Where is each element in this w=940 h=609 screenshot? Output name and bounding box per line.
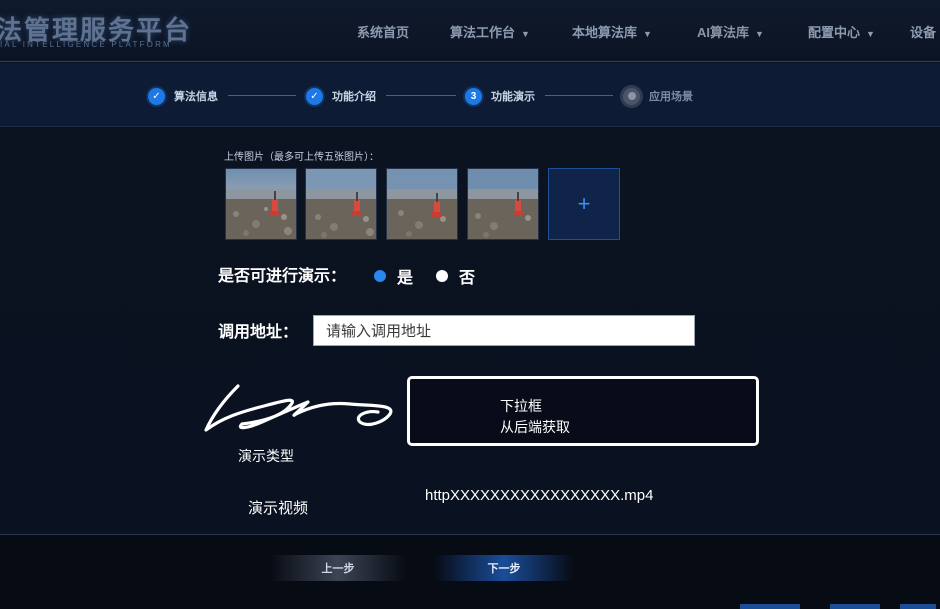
form-body: 上传图片（最多可上传五张图片）： + 是否可进行演示： 是 否 调用地址： 请输… <box>0 128 940 534</box>
check-icon: ✓ <box>148 87 165 105</box>
chevron-down-icon: ▼ <box>521 29 530 39</box>
nav-item-label: 系统首页 <box>357 25 410 40</box>
previous-step-button[interactable]: 上一步 <box>270 555 406 581</box>
radio-unselected-icon <box>436 270 448 282</box>
nav-item-local-algorithm-library[interactable]: 本地算法库 ▼ <box>572 22 652 41</box>
demo-type-dropdown[interactable]: 下拉框 从后端获取 <box>407 376 759 446</box>
uploaded-image <box>468 169 538 239</box>
footer-decoration <box>700 597 940 609</box>
nav-item-algorithm-workbench[interactable]: 算法工作台 ▼ <box>450 22 530 41</box>
call-url-label: 调用地址： <box>218 324 299 341</box>
nav-item-label: 本地算法库 <box>572 25 638 40</box>
next-step-button[interactable]: 下一步 <box>434 555 574 581</box>
radio-demo-yes[interactable]: 是 <box>374 264 413 288</box>
uploaded-image <box>387 169 457 239</box>
pending-dot-icon <box>623 87 640 105</box>
handwritten-annotation-scribble <box>204 384 393 432</box>
nav-item-label: AI算法库 <box>697 25 750 40</box>
step-application-scenario[interactable]: 应用场景 <box>623 87 693 105</box>
dropdown-note-line: 从后端获取 <box>500 420 570 436</box>
uploaded-image <box>226 169 296 239</box>
step-algorithm-info[interactable]: ✓ 算法信息 <box>148 87 218 105</box>
chevron-down-icon: ▼ <box>866 29 875 39</box>
uploaded-image-thumbnail[interactable] <box>467 168 539 240</box>
radio-label: 是 <box>397 270 414 287</box>
step-label: 功能演示 <box>491 91 535 103</box>
nav-item-ai-algorithm-library[interactable]: AI算法库 ▼ <box>683 14 778 44</box>
nav-item-label: 配置中心 <box>808 25 861 40</box>
radio-label: 否 <box>459 270 476 287</box>
step-connector <box>545 95 613 96</box>
radio-demo-no[interactable]: 否 <box>436 264 475 288</box>
nav-item-home[interactable]: 系统首页 <box>357 22 409 41</box>
nav-item-label: 算法工作台 <box>450 25 516 40</box>
radio-selected-icon <box>374 270 386 282</box>
call-url-input[interactable] <box>313 315 695 346</box>
top-header: 法管理服务平台 IAL INTELLIGENCE PLATFORM 系统首页 算… <box>0 0 940 62</box>
step-label: 算法信息 <box>174 91 218 103</box>
footer-actions: 上一步 下一步 <box>0 534 940 609</box>
nav-item-label: 设备 <box>910 25 937 40</box>
chevron-down-icon: ▼ <box>643 29 652 39</box>
add-image-button[interactable]: + <box>548 168 620 240</box>
chevron-down-icon: ▼ <box>755 29 764 39</box>
demo-type-label: 演示类型 <box>238 449 294 465</box>
step-label: 功能介绍 <box>332 91 376 103</box>
nav-item-devices[interactable]: 设备 <box>910 22 936 41</box>
uploaded-image-thumbnail[interactable] <box>305 168 377 240</box>
step-label: 应用场景 <box>649 91 693 103</box>
platform-logo-subtitle: IAL INTELLIGENCE PLATFORM <box>0 40 172 49</box>
uploaded-image <box>306 169 376 239</box>
step-progress-bar: ✓ 算法信息 ✓ 功能介绍 3 功能演示 应用场景 <box>0 63 940 127</box>
app-root: 法管理服务平台 IAL INTELLIGENCE PLATFORM 系统首页 算… <box>0 0 940 609</box>
step-feature-demo[interactable]: 3 功能演示 <box>465 87 535 105</box>
step-number-badge: 3 <box>465 87 482 105</box>
step-feature-intro[interactable]: ✓ 功能介绍 <box>306 87 376 105</box>
check-icon: ✓ <box>306 87 323 105</box>
demo-video-label: 演示视频 <box>248 499 309 517</box>
step-connector <box>228 95 296 96</box>
plus-icon: + <box>577 191 591 216</box>
uploaded-image-thumbnail[interactable] <box>225 168 297 240</box>
demo-video-url[interactable]: httpXXXXXXXXXXXXXXXXX.mp4 <box>425 487 653 504</box>
step-connector <box>386 95 456 96</box>
uploaded-image-thumbnail[interactable] <box>386 168 458 240</box>
dropdown-note-line: 下拉框 <box>500 399 542 415</box>
demo-enabled-label: 是否可进行演示： <box>218 268 347 285</box>
upload-images-label: 上传图片（最多可上传五张图片）： <box>224 152 379 163</box>
nav-item-config-center[interactable]: 配置中心 ▼ <box>808 22 875 41</box>
